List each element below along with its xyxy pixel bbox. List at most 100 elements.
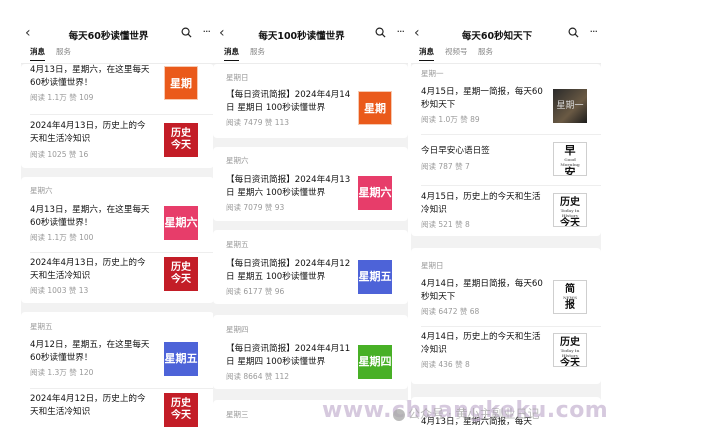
article-title: 4月13日，星期六，在这里每天60秒读懂世界！: [30, 65, 150, 88]
article-thumbnail: 星期六: [164, 206, 198, 240]
article-thumbnail: 星期日: [358, 91, 392, 125]
account-title: 每天60秒知天下: [461, 31, 533, 42]
search-icon[interactable]: [375, 27, 386, 38]
article-item[interactable]: 【每日资讯简报】2024年4月12日 星期五 100秒读懂世界 阅读 6177 …: [226, 258, 408, 302]
tab-channels[interactable]: 视频号: [445, 46, 468, 57]
article-stats: 阅读 6472 赞 68: [421, 307, 480, 316]
tab-messages[interactable]: 消息: [224, 46, 239, 61]
article-item[interactable]: 【每日资讯简报】2024年4月13日 星期六 100秒读懂世界 阅读 7079 …: [226, 174, 408, 218]
article-item[interactable]: 4月15日，历史上的今天和生活冷知识 阅读 521 赞 8 历史 Today in…: [421, 191, 601, 235]
tab-bar: 消息 视频号 服务: [411, 44, 601, 64]
group-day-label: 星期日: [421, 261, 444, 270]
article-thumbnail: 星期五: [358, 260, 392, 294]
article-title: 【每日资讯简报】2024年4月11日 星期四 100秒读懂世界: [226, 344, 351, 367]
message-group: 星期日 4月14日，星期日简报，每天60秒知天下 阅读 6472 赞 68 简N…: [411, 248, 601, 384]
article-item[interactable]: 【每日资讯简报】2024年4月11日 星期四 100秒读懂世界 阅读 8664 …: [226, 343, 408, 387]
more-options-icon[interactable]: ···: [203, 26, 211, 37]
article-title: 4月12日，星期五，在这里每天60秒读懂世界！: [30, 340, 150, 363]
message-group: 星期六 4月13日，星期六，在这里每天60秒读懂世界！ 阅读 1.1万 赞 10…: [21, 177, 214, 303]
article-stats: 阅读 1.1万 赞 109: [30, 93, 94, 102]
more-options-icon[interactable]: ···: [590, 26, 598, 37]
article-title: 4月15日，星期一简报，每天60秒知天下: [421, 87, 543, 110]
back-arrow-icon[interactable]: ‹: [414, 26, 420, 40]
group-day-label: 星期五: [30, 322, 53, 331]
tab-services[interactable]: 服务: [478, 46, 493, 57]
tab-bar: 消息 服务: [213, 44, 408, 64]
message-group: 星期五 【每日资讯简报】2024年4月12日 星期五 100秒读懂世界 阅读 6…: [213, 230, 408, 304]
article-title: 【每日资讯简报】2024年4月13日 星期六 100秒读懂世界: [226, 175, 351, 198]
article-title: 2024年4月13日，历史上的今天和生活冷知识: [30, 121, 146, 144]
more-options-icon[interactable]: ···: [397, 26, 405, 37]
article-title: 2024年4月13日，历史上的今天和生活冷知识: [30, 258, 146, 281]
watermark-account: 公众号 · 黄小主副业日记: [393, 405, 539, 422]
article-thumbnail: 历史 Today in History 今天: [553, 193, 587, 227]
group-day-label: 星期一: [421, 69, 444, 78]
group-day-label: 星期六: [226, 156, 249, 165]
article-stats: 阅读 1.3万 赞 120: [30, 368, 94, 377]
article-stats: 阅读 436 赞 8: [421, 360, 470, 369]
article-stats: 阅读 8664 赞 112: [226, 372, 290, 381]
article-stats: 阅读 6177 赞 96: [226, 287, 285, 296]
article-title: 【每日资讯简报】2024年4月12日 星期五 100秒读懂世界: [226, 259, 351, 282]
phone-screen-3: ‹ 每天60秒知天下 ··· 消息 视频号 服务 星期一 4月15日，星期一简报…: [411, 0, 601, 433]
group-day-label: 星期五: [226, 240, 249, 249]
phone-screen-2: ‹ 每天100秒读懂世界 ··· 消息 服务 星期日 【每日资讯简报】2024年…: [213, 0, 408, 433]
wechat-icon: [393, 408, 405, 421]
article-thumbnail: 早 Good Morning 安: [553, 142, 587, 176]
tab-messages[interactable]: 消息: [419, 46, 434, 61]
article-item[interactable]: 2024年4月12日，历史上的今天和生活冷知识 历史 今天: [30, 393, 214, 433]
tab-bar: 消息 服务: [21, 44, 214, 64]
article-item[interactable]: 4月13日，星期六，在这里每天60秒读懂世界！ 阅读 1.1万 赞 100 星期…: [30, 204, 214, 248]
message-group: 4月13日，星期六，在这里每天60秒读懂世界！ 阅读 1.1万 赞 109 星期…: [21, 64, 214, 168]
phone-screen-1: ‹ 每天60秒读懂世界 ··· 消息 服务 4月13日，星期六，在这里每天60秒…: [21, 0, 214, 433]
tab-services[interactable]: 服务: [56, 46, 71, 57]
back-arrow-icon[interactable]: ‹: [219, 26, 225, 40]
message-group: 星期四 【每日资讯简报】2024年4月11日 星期四 100秒读懂世界 阅读 8…: [213, 315, 408, 389]
message-group: 星期六 【每日资讯简报】2024年4月13日 星期六 100秒读懂世界 阅读 7…: [213, 147, 408, 221]
article-item[interactable]: 2024年4月13日，历史上的今天和生活冷知识 阅读 1025 赞 16 历史今…: [30, 120, 214, 164]
article-thumbnail: 历史 今天: [164, 123, 198, 157]
article-title: 今日早安心语日签: [421, 146, 490, 156]
article-title: 4月13日，星期六，在这里每天60秒读懂世界！: [30, 205, 150, 228]
article-thumbnail: 星期五: [164, 342, 198, 376]
nav-header: ‹ 每天100秒读懂世界 ···: [213, 0, 408, 44]
article-title: 2024年4月12日，历史上的今天和生活冷知识: [30, 394, 146, 417]
search-icon[interactable]: [181, 27, 192, 38]
group-day-label: 星期三: [226, 410, 249, 419]
article-title: 4月15日，历史上的今天和生活冷知识: [421, 192, 541, 215]
back-arrow-icon[interactable]: ‹: [25, 26, 31, 40]
article-thumbnail: 星期日: [164, 66, 198, 100]
search-icon[interactable]: [568, 27, 579, 38]
group-day-label: 星期四: [226, 325, 249, 334]
article-thumbnail: 星期一: [553, 89, 587, 123]
article-item[interactable]: 【每日资讯简报】2024年4月14日 星期日 100秒读懂世界 阅读 7479 …: [226, 89, 408, 133]
message-group: 星期一 4月15日，星期一简报，每天60秒知天下 阅读 1.0万 赞 89 星期…: [411, 64, 601, 236]
article-stats: 阅读 521 赞 8: [421, 220, 470, 229]
article-item[interactable]: 4月13日，星期六，在这里每天60秒读懂世界！ 阅读 1.1万 赞 109 星期…: [30, 64, 214, 108]
article-stats: 阅读 1.0万 赞 89: [421, 115, 480, 124]
article-item[interactable]: 4月14日，星期日简报，每天60秒知天下 阅读 6472 赞 68 简 NEWS 报: [421, 278, 601, 322]
article-thumbnail: 星期六: [358, 176, 392, 210]
article-stats: 阅读 1025 赞 16: [30, 150, 89, 159]
article-item[interactable]: 2024年4月13日，历史上的今天和生活冷知识 阅读 1003 赞 13 历史今…: [30, 257, 214, 301]
article-title: 4月14日，历史上的今天和生活冷知识: [421, 332, 541, 355]
article-item[interactable]: 4月12日，星期五，在这里每天60秒读懂世界！ 阅读 1.3万 赞 120 星期…: [30, 339, 214, 383]
article-stats: 阅读 787 赞 7: [421, 162, 470, 171]
group-day-label: 星期日: [226, 73, 249, 82]
article-item[interactable]: 4月14日，历史上的今天和生活冷知识 阅读 436 赞 8 历史 Today in…: [421, 331, 601, 375]
nav-header: ‹ 每天60秒读懂世界 ···: [21, 0, 214, 44]
nav-header: ‹ 每天60秒知天下 ···: [411, 0, 601, 44]
article-thumbnail: 历史 今天: [164, 393, 198, 427]
article-item[interactable]: 4月15日，星期一简报，每天60秒知天下 阅读 1.0万 赞 89 星期一: [421, 86, 601, 130]
group-day-label: 星期六: [30, 186, 53, 195]
account-title: 每天100秒读懂世界: [258, 31, 345, 42]
account-title: 每天60秒读懂世界: [68, 31, 149, 42]
article-thumbnail: 历史 今天: [164, 257, 198, 291]
tab-services[interactable]: 服务: [250, 46, 265, 57]
tab-messages[interactable]: 消息: [30, 46, 45, 61]
article-thumbnail: 简 NEWS 报: [553, 280, 587, 314]
article-stats: 阅读 1.1万 赞 100: [30, 233, 94, 242]
article-thumbnail: 历史 Today in History 今天: [553, 333, 587, 367]
article-title: 【每日资讯简报】2024年4月14日 星期日 100秒读懂世界: [226, 90, 351, 113]
article-item[interactable]: 今日早安心语日签 阅读 787 赞 7 早 Good Morning 安: [421, 142, 601, 185]
